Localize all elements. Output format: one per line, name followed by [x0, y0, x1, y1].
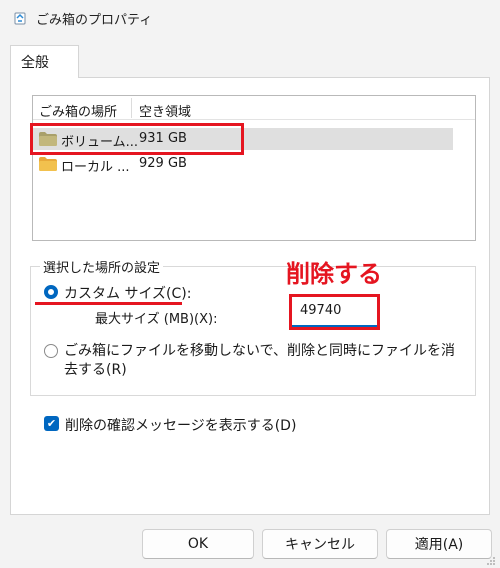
ok-button[interactable]: OK: [142, 529, 254, 559]
no-move-radio[interactable]: [44, 344, 58, 358]
resize-grip-icon[interactable]: [486, 556, 496, 566]
location-free-space: 931 GB: [139, 131, 187, 146]
column-header-location[interactable]: ごみ箱の場所: [39, 101, 117, 120]
custom-size-label[interactable]: カスタム サイズ(C):: [64, 283, 191, 303]
location-name: ボリューム...: [61, 135, 139, 150]
recycle-bin-location-list[interactable]: ごみ箱の場所 空き領域 ボリューム... 931 GB ローカル ... 929…: [32, 95, 476, 241]
max-size-label: 最大サイズ (MB)(X):: [95, 312, 218, 327]
recycle-bin-icon: [14, 12, 26, 25]
tab-general[interactable]: 全般: [10, 45, 79, 78]
location-name: ローカル ...: [61, 160, 130, 175]
list-header: ごみ箱の場所 空き領域: [33, 96, 475, 120]
list-item[interactable]: ローカル ... 929 GB: [33, 153, 453, 175]
window-title: ごみ箱のプロパティ: [36, 13, 153, 28]
folder-icon: [39, 132, 57, 146]
column-divider[interactable]: [131, 98, 132, 118]
folder-icon: [39, 157, 57, 171]
custom-size-radio[interactable]: [44, 285, 58, 299]
apply-button[interactable]: 適用(A): [386, 529, 492, 559]
location-settings-legend: 選択した場所の設定: [40, 257, 164, 276]
checkmark-icon: ✔: [46, 417, 57, 430]
tab-label: 全般: [21, 55, 49, 71]
confirm-delete-checkbox[interactable]: ✔: [44, 416, 59, 431]
list-item[interactable]: ボリューム... 931 GB: [33, 128, 453, 150]
location-free-space: 929 GB: [139, 156, 187, 171]
cancel-button[interactable]: キャンセル: [262, 529, 378, 559]
custom-size-highlight-underline: [35, 302, 182, 305]
confirm-delete-label[interactable]: 削除の確認メッセージを表示する(D): [65, 415, 296, 435]
delete-annotation: 削除する: [286, 260, 382, 288]
column-header-free-space[interactable]: 空き領域: [139, 101, 191, 120]
input-focus-underline: [292, 325, 377, 327]
no-move-label[interactable]: ごみ箱にファイルを移動しないで、削除と同時にファイルを消去する(R): [64, 342, 464, 380]
title-bar[interactable]: ごみ箱のプロパティ: [0, 0, 500, 34]
